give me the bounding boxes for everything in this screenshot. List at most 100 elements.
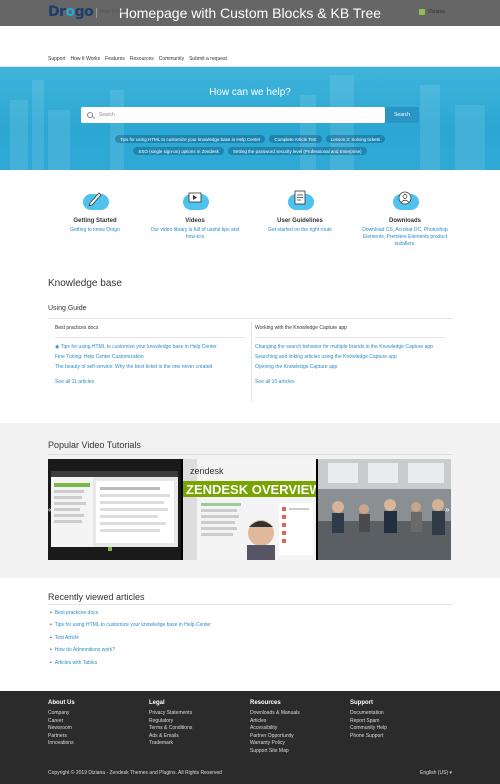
thumb-title: ZENDESK OVERVIEW xyxy=(186,482,316,497)
promoted-chip[interactable]: Lesson 3: Solving tickets xyxy=(325,135,386,143)
kb-article-link[interactable]: Tips for using HTML to customize your kn… xyxy=(55,344,245,351)
kb-title: Knowledge base xyxy=(48,278,122,289)
search-icon xyxy=(87,112,93,118)
see-all-link[interactable]: See all 10 articles xyxy=(255,379,445,385)
nav-community[interactable]: Community xyxy=(159,56,184,62)
nav-resources[interactable]: Resources xyxy=(130,56,154,62)
footer-link[interactable]: Regulatory xyxy=(149,718,192,726)
main-nav: Support How It Works Features Resources … xyxy=(48,56,227,62)
see-all-link[interactable]: See all 11 articles xyxy=(55,379,245,385)
user-menu[interactable]: Diziana ▼ xyxy=(419,9,452,15)
footer-link[interactable]: Newsroom xyxy=(48,725,75,733)
footer-link[interactable]: Articles xyxy=(250,718,300,726)
footer-link[interactable]: Terms & Conditions xyxy=(149,725,192,733)
footer: About Us Company Career Newsroom Partner… xyxy=(0,691,500,784)
video-carousel: zendesk ZENDESK OVERVIEW xyxy=(48,459,451,560)
list-item[interactable]: • Test Article xyxy=(50,635,211,647)
kb-article-link[interactable]: Changing the search behavior for multipl… xyxy=(255,344,445,351)
language-selector[interactable]: English (US) ▾ xyxy=(420,770,452,776)
promoted-chip[interactable]: Complete Article Test xyxy=(269,135,322,143)
recent-list: • Best practices docs • Tips for using HTM… xyxy=(50,610,211,672)
promoted-chip[interactable]: Setting the password security level (Pro… xyxy=(227,147,367,155)
footer-link[interactable]: Warranty Policy xyxy=(250,740,300,748)
promoted-chip[interactable]: Tips for using HTML to customize your kn… xyxy=(114,135,266,143)
block-desc: Our video library is full of useful tips… xyxy=(150,227,240,240)
block-title: Downloads xyxy=(388,218,421,224)
chevron-down-icon: ▼ xyxy=(448,9,452,15)
search-button[interactable]: Search xyxy=(385,107,419,123)
nav-support[interactable]: Support xyxy=(48,56,66,62)
footer-link[interactable]: Accessibility xyxy=(250,725,300,733)
footer-link[interactable]: Support Site Map xyxy=(250,748,300,756)
kb-article-link[interactable]: The beauty of self-service: Why the best… xyxy=(55,364,245,371)
kb-section-heading[interactable]: Working with the Knowledge Capture app xyxy=(255,325,445,331)
drogo-logo[interactable]: Drogo xyxy=(48,4,94,20)
skyline-building xyxy=(110,90,124,170)
video-divider xyxy=(48,454,452,455)
avatar xyxy=(419,9,426,15)
kb-section-title[interactable]: Using Guide xyxy=(48,305,87,312)
footer-link[interactable]: Report Spam xyxy=(350,718,387,726)
chevron-down-icon: ▾ xyxy=(449,770,452,776)
footer-link[interactable]: Innovations xyxy=(48,740,75,748)
video-thumbnail-3[interactable] xyxy=(318,459,451,560)
footer-link[interactable]: Trademark xyxy=(149,740,192,748)
logo-divider xyxy=(96,8,97,18)
list-item[interactable]: • How do Admonitions work? xyxy=(50,647,211,659)
hero-banner: How can we help? Search Search Tips for … xyxy=(0,67,500,170)
help-center-label: Help Center xyxy=(100,9,127,15)
list-item[interactable]: • Best practices docs xyxy=(50,610,211,622)
search-input[interactable]: Search xyxy=(81,107,385,123)
pencil-icon xyxy=(79,188,111,212)
list-item[interactable]: • Tips for using HTML to customize your k… xyxy=(50,622,211,634)
video-thumbnail-2[interactable]: zendesk ZENDESK OVERVIEW xyxy=(183,459,316,560)
hero-title: How can we help? xyxy=(209,87,291,98)
video-thumbnail-1[interactable] xyxy=(48,459,181,560)
footer-link[interactable]: Documentation xyxy=(350,710,387,718)
carousel-prev-icon[interactable]: « xyxy=(48,505,52,514)
footer-link[interactable]: Phone Support xyxy=(350,733,387,741)
block-title: Getting Started xyxy=(73,218,117,224)
footer-link[interactable]: Career xyxy=(48,718,75,726)
recent-title: Recently viewed articles xyxy=(48,592,145,602)
block-desc: Getting to know Drogo xyxy=(70,227,120,233)
promoted-chips-row1: Tips for using HTML to customize your kn… xyxy=(0,135,500,143)
custom-blocks: Getting Started Getting to know Drogo Vi… xyxy=(0,188,500,268)
kb-article-link[interactable]: Searching and linking articles using the… xyxy=(255,354,445,361)
nav-how-it-works[interactable]: How It Works xyxy=(71,56,101,62)
search-placeholder: Search xyxy=(99,112,115,118)
footer-link[interactable]: Community Help xyxy=(350,725,387,733)
footer-link[interactable]: Privacy Statements xyxy=(149,710,192,718)
kb-column-divider xyxy=(251,322,252,402)
nav-features[interactable]: Features xyxy=(105,56,125,62)
footer-link[interactable]: Downloads & Manuals xyxy=(250,710,300,718)
carousel-next-icon[interactable]: » xyxy=(445,505,449,514)
kb-article-link[interactable]: Opening the Knowledge Capture app xyxy=(255,364,445,371)
block-getting-started[interactable]: Getting Started Getting to know Drogo xyxy=(45,188,145,234)
kb-article-link[interactable]: Fine Tuning: Help Center Customization xyxy=(55,354,245,361)
kb-section-heading[interactable]: Best practices docs xyxy=(55,325,245,331)
person-icon xyxy=(389,188,421,212)
block-title: User Guidelines xyxy=(277,218,323,224)
block-desc: Download CS, Acrobat DC, Photoshop Eleme… xyxy=(362,227,448,247)
footer-col-legal: Legal Privacy Statements Regulatory Term… xyxy=(149,700,193,748)
kb-section-right: Working with the Knowledge Capture app C… xyxy=(255,325,445,385)
block-videos[interactable]: Videos Our video library is full of usef… xyxy=(145,188,245,241)
promoted-chip[interactable]: SSO (single sign-on) options in Zendesk xyxy=(133,147,224,155)
footer-link[interactable]: Partner Opportunity xyxy=(250,733,300,741)
footer-link[interactable]: Ads & Emails xyxy=(149,733,192,741)
document-icon xyxy=(284,188,316,212)
copyright: Copyright © 2019 Diziana - Zendesk Theme… xyxy=(48,770,222,776)
footer-col-support: Support Documentation Report Spam Commun… xyxy=(350,700,387,741)
recent-divider xyxy=(48,604,452,605)
block-user-guidelines[interactable]: User Guidelines Get started on the right… xyxy=(250,188,350,234)
block-desc: Get started on the right route xyxy=(268,227,332,233)
nav-submit-request[interactable]: Submit a request xyxy=(189,56,227,62)
footer-link[interactable]: Company xyxy=(48,710,75,718)
user-name: Diziana xyxy=(428,9,446,15)
block-downloads[interactable]: Downloads Download CS, Acrobat DC, Photo… xyxy=(355,188,455,248)
kb-divider xyxy=(48,318,452,319)
block-title: Videos xyxy=(185,218,205,224)
list-item[interactable]: • Articles with Tables xyxy=(50,660,211,672)
footer-link[interactable]: Partners xyxy=(48,733,75,741)
